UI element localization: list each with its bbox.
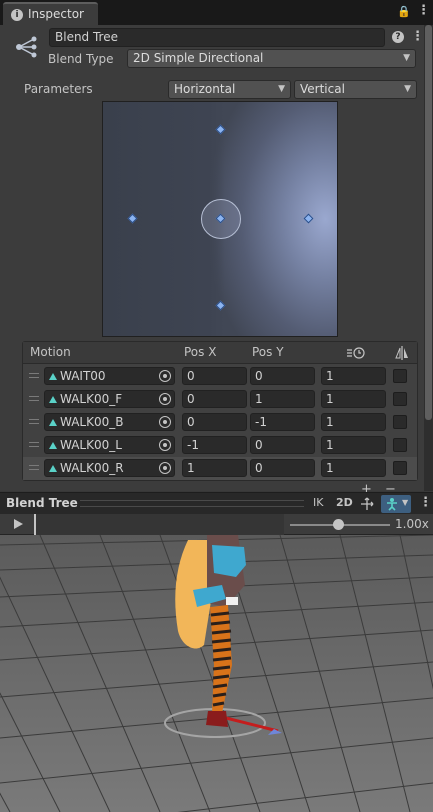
timeline-scrubber[interactable] — [34, 514, 284, 535]
preview-title: Blend Tree — [6, 496, 78, 510]
table-row[interactable]: WALK00_B 0 -1 1 — [23, 411, 417, 434]
lock-icon[interactable]: 🔒 — [397, 5, 411, 18]
tab-bar: i Inspector 🔒 ⋮ — [0, 0, 433, 25]
chevron-down-icon: ▼ — [403, 53, 410, 63]
parameter-y-dropdown[interactable]: Vertical ▼ — [294, 80, 417, 99]
settings-menu-icon[interactable]: ⋮ — [411, 29, 424, 44]
pivot-icon[interactable] — [360, 497, 374, 511]
motion-column-header: Motion — [30, 345, 71, 359]
mirror-checkbox[interactable] — [393, 369, 407, 383]
pos-y-field[interactable]: 1 — [250, 390, 315, 408]
blend-tree-icon — [16, 36, 37, 58]
pos-y-field[interactable]: -1 — [250, 413, 315, 431]
pos-y-field[interactable]: 0 — [250, 459, 315, 477]
drag-handle-icon[interactable] — [29, 396, 39, 401]
preview-viewport[interactable] — [0, 535, 433, 812]
object-picker-icon[interactable] — [159, 439, 171, 451]
animation-clip-icon — [49, 442, 57, 449]
blend-type-label: Blend Type — [48, 52, 114, 66]
pos-y-field[interactable]: 0 — [250, 436, 315, 454]
speed-slider-knob[interactable] — [333, 519, 344, 530]
motion-field[interactable]: WALK00_L — [44, 436, 175, 454]
animation-clip-icon — [49, 465, 57, 472]
object-picker-icon[interactable] — [159, 393, 171, 405]
chevron-down-icon: ▼ — [278, 84, 285, 94]
drag-handle-icon[interactable] — [29, 465, 39, 470]
motion-field[interactable]: WAIT00 — [44, 367, 175, 385]
blend-graph[interactable] — [102, 101, 338, 337]
help-icon[interactable]: ? — [392, 31, 404, 43]
pos-x-field[interactable]: 0 — [182, 367, 247, 385]
speed-field[interactable]: 1 — [321, 413, 386, 431]
chevron-down-icon: ▼ — [404, 84, 411, 94]
animation-clip-icon — [49, 419, 57, 426]
2d-toggle[interactable]: 2D — [336, 496, 353, 509]
animation-clip-icon — [49, 373, 57, 380]
name-field[interactable]: Blend Tree — [49, 28, 385, 47]
preview-header: Blend Tree IK 2D ▼ ⋮ — [0, 492, 433, 514]
table-row[interactable]: WALK00_L -1 0 1 — [23, 434, 417, 457]
parameter-x-dropdown[interactable]: Horizontal ▼ — [168, 80, 291, 99]
mirror-checkbox[interactable] — [393, 415, 407, 429]
drag-bar[interactable] — [80, 500, 304, 507]
object-picker-icon[interactable] — [159, 370, 171, 382]
table-header: Motion Pos X Pos Y — [23, 342, 417, 364]
speed-clock-icon — [347, 347, 365, 359]
tab-title: Inspector — [28, 7, 84, 21]
motion-field[interactable]: WALK00_R — [44, 459, 175, 477]
play-icon[interactable] — [14, 519, 23, 529]
motion-field[interactable]: WALK00_F — [44, 390, 175, 408]
ik-toggle[interactable]: IK — [313, 496, 323, 509]
pos-y-column-header: Pos Y — [252, 345, 284, 359]
speed-field[interactable]: 1 — [321, 459, 386, 477]
tab-inspector[interactable]: i Inspector — [3, 2, 98, 25]
parameter-y-value: Vertical — [300, 82, 345, 96]
motion-table: Motion Pos X Pos Y WAIT00 0 0 1 WALK00_F — [22, 341, 418, 481]
mirror-icon — [395, 346, 408, 360]
more-menu-icon[interactable]: ⋮ — [417, 3, 430, 18]
humanoid-icon — [387, 498, 397, 511]
pos-y-field[interactable]: 0 — [250, 367, 315, 385]
object-picker-icon[interactable] — [159, 462, 171, 474]
info-icon: i — [11, 9, 23, 21]
playback-bar: 1.00x — [0, 514, 433, 535]
scrollbar[interactable] — [424, 25, 433, 491]
pos-x-field[interactable]: -1 — [182, 436, 247, 454]
parameters-label: Parameters — [24, 82, 93, 96]
table-row[interactable]: WALK00_F 0 1 1 — [23, 388, 417, 411]
mirror-checkbox[interactable] — [393, 392, 407, 406]
speed-field[interactable]: 1 — [321, 436, 386, 454]
pos-x-field[interactable]: 0 — [182, 413, 247, 431]
table-row[interactable]: WALK00_R 1 0 1 — [23, 457, 417, 480]
avatar-preview-button[interactable]: ▼ — [381, 495, 411, 513]
mirror-checkbox[interactable] — [393, 438, 407, 452]
speed-readout: 1.00x — [395, 517, 429, 531]
blend-type-dropdown[interactable]: 2D Simple Directional ▼ — [127, 49, 416, 68]
pos-x-column-header: Pos X — [184, 345, 217, 359]
motion-field[interactable]: WALK00_B — [44, 413, 175, 431]
parameter-x-value: Horizontal — [174, 82, 236, 96]
pos-x-field[interactable]: 1 — [182, 459, 247, 477]
animation-clip-icon — [49, 396, 57, 403]
object-picker-icon[interactable] — [159, 416, 171, 428]
drag-handle-icon[interactable] — [29, 442, 39, 447]
speed-field[interactable]: 1 — [321, 367, 386, 385]
blend-type-value: 2D Simple Directional — [133, 51, 264, 65]
drag-handle-icon[interactable] — [29, 373, 39, 378]
preview-menu-icon[interactable]: ⋮ — [419, 495, 432, 510]
chevron-down-icon: ▼ — [402, 498, 409, 507]
pos-x-field[interactable]: 0 — [182, 390, 247, 408]
mirror-checkbox[interactable] — [393, 461, 407, 475]
table-row[interactable]: WAIT00 0 0 1 — [23, 365, 417, 388]
preview-scene — [0, 535, 433, 812]
drag-handle-icon[interactable] — [29, 419, 39, 424]
speed-field[interactable]: 1 — [321, 390, 386, 408]
scrollbar-thumb[interactable] — [425, 25, 432, 420]
